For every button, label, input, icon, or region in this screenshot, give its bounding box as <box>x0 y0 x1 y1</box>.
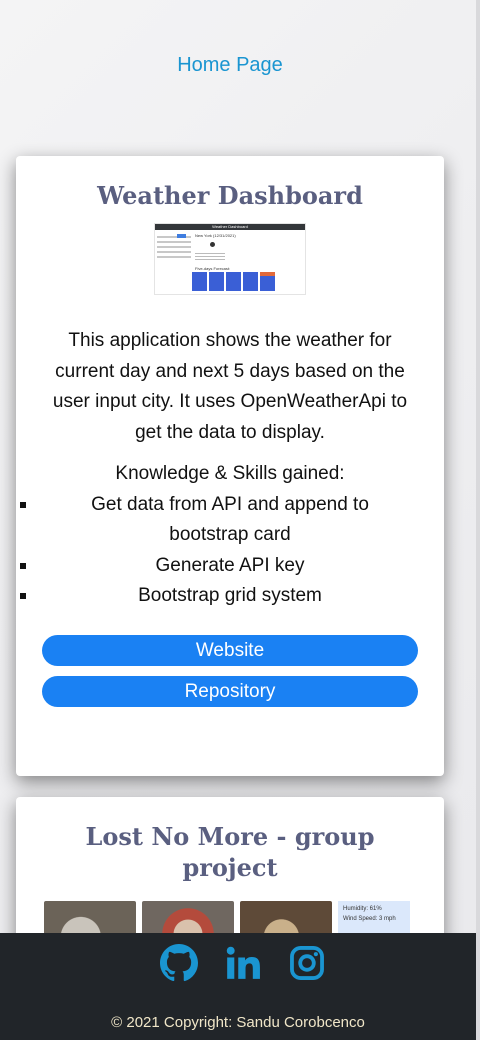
bullet-icon <box>20 562 26 569</box>
copyright-text: © 2021 Copyright: Sandu Corobcenco <box>111 1014 365 1031</box>
scrollbar[interactable] <box>476 0 480 1040</box>
skills-list: Get data from API and append to bootstra… <box>16 490 444 612</box>
project-title: Lost No More - group project <box>85 822 375 882</box>
skill-item: Bootstrap grid system <box>16 581 444 612</box>
footer: © 2021 Copyright: Sandu Corobcenco <box>0 933 476 1040</box>
skill-item: Generate API key <box>16 551 444 582</box>
thumb-city: New York (12/31/2021) <box>195 233 236 238</box>
thumb-forecast-cards <box>192 272 275 291</box>
home-page-link[interactable]: Home Page <box>0 54 460 77</box>
linkedin-icon[interactable] <box>224 944 262 982</box>
project-card-weather-dashboard: Weather Dashboard Weather Dashboard New … <box>16 156 444 776</box>
wind-text: Wind Speed: 3 mph <box>343 916 396 922</box>
skills-heading: Knowledge & Skills gained: <box>115 463 345 484</box>
social-links <box>10 944 476 982</box>
bullet-icon <box>20 501 26 508</box>
project-title: Weather Dashboard <box>97 181 363 210</box>
project-description: This application shows the weather for c… <box>52 330 408 443</box>
repository-button[interactable]: Repository <box>42 675 418 707</box>
skill-item: Get data from API and append to bootstra… <box>16 490 444 551</box>
project-screenshot: Weather Dashboard New York (12/31/2021) … <box>154 223 306 295</box>
thumb-search-button <box>177 234 186 238</box>
thumb-header: Weather Dashboard <box>155 224 305 230</box>
website-button[interactable]: Website <box>42 634 418 666</box>
thumb-weather-icon <box>210 242 215 247</box>
thumb-details <box>195 251 225 262</box>
github-icon[interactable] <box>160 944 198 982</box>
bullet-icon <box>20 593 26 599</box>
thumb-forecast-label: Five-days Forecast: <box>195 266 231 271</box>
instagram-icon[interactable] <box>288 944 326 982</box>
humidity-text: Humidity: 61% <box>343 906 382 912</box>
